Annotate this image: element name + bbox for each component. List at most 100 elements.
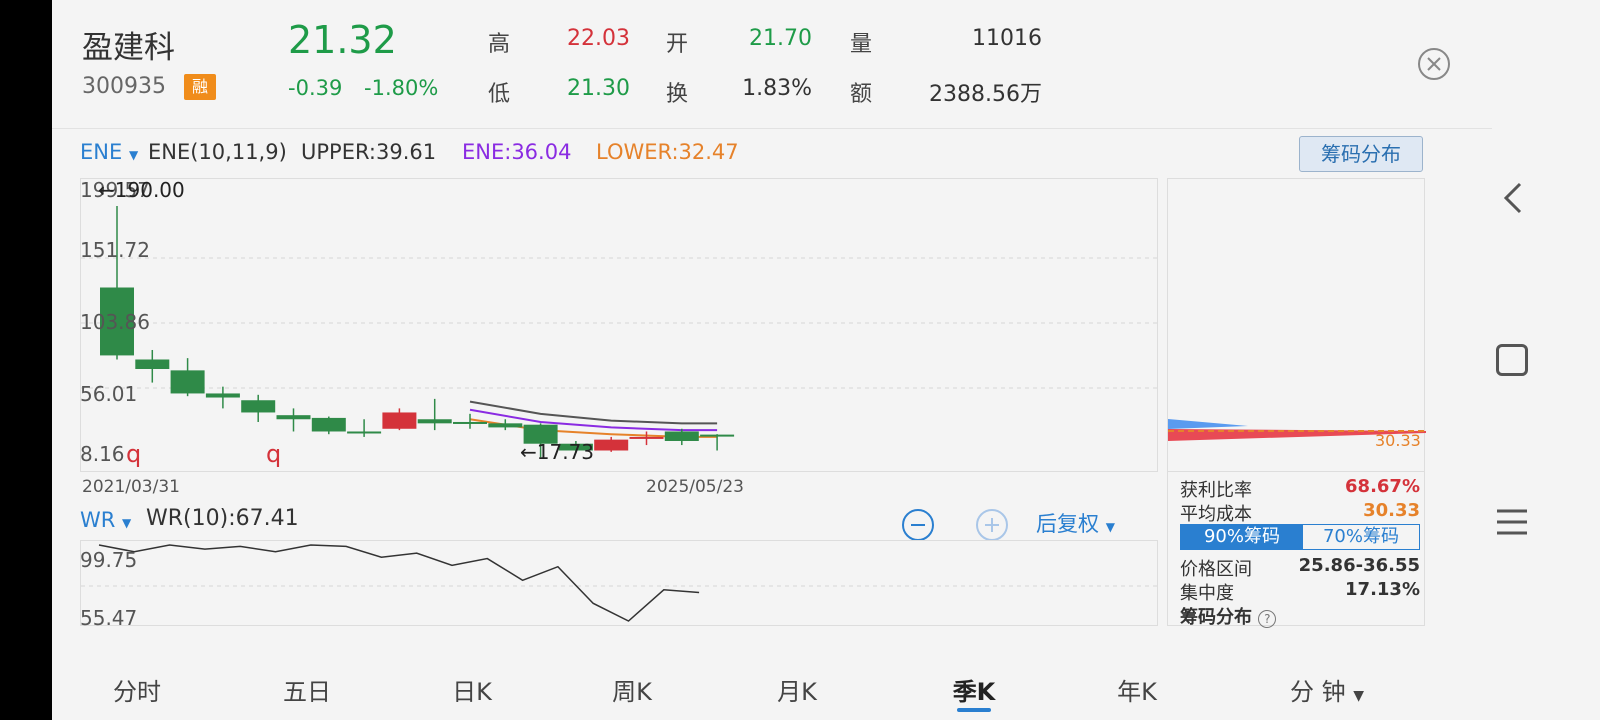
chip-distribution-button[interactable]: 筹码分布 (1299, 136, 1423, 172)
open-label: 开 (666, 32, 689, 57)
margin-badge: 融 (184, 74, 216, 100)
candle (170, 358, 205, 397)
y-label-bottom: 8.16 (80, 442, 125, 466)
tab-quarterly-k[interactable]: 季K (924, 672, 1024, 707)
tab-70-chips[interactable]: 70%筹码 (1303, 525, 1419, 549)
upper-line (469, 400, 718, 425)
back-nav-button[interactable] (1498, 178, 1528, 222)
candle (488, 419, 523, 431)
marker-q-1: q (126, 440, 142, 468)
wr-y-label-bottom: 55.47 (80, 606, 138, 630)
candle (664, 428, 699, 446)
start-date: 2021/03/31 (82, 477, 180, 497)
high-label: 高 (488, 32, 511, 57)
low-label: 低 (488, 82, 511, 107)
candle (100, 205, 134, 360)
tab-yearly-k[interactable]: 年K (1087, 672, 1187, 707)
amount-label: 额 (850, 82, 873, 107)
concentration-label: 集中度 (1180, 583, 1234, 604)
profit-ratio-value: 68.67% (1345, 476, 1420, 497)
end-date: 2025/05/23 (646, 477, 744, 497)
tab-weekly-k[interactable]: 周K (582, 672, 682, 707)
candle (311, 416, 346, 435)
y-label-3: 103.86 (80, 310, 150, 334)
price-change-pct: -1.80% (364, 76, 439, 100)
close-icon (1427, 57, 1441, 71)
indicator-selector[interactable]: ENE ▼ (80, 140, 138, 164)
tab-90-chips[interactable]: 90%筹码 (1181, 525, 1303, 549)
indicator-lower: LOWER:32.47 (596, 140, 739, 164)
candle (629, 431, 664, 446)
menu-lines-icon (1497, 509, 1527, 535)
tab-minute-label: 分 钟 (1289, 678, 1346, 706)
low-value: 21.30 (567, 76, 630, 101)
turnover-value: 1.83% (742, 76, 812, 101)
wr-selector[interactable]: WR ▼ (80, 508, 131, 532)
kline-svg (81, 205, 1159, 458)
last-price: 21.32 (288, 18, 397, 62)
stock-name: 盈建科 (82, 30, 175, 66)
chip-range-tabs: 90%筹码 70%筹码 (1180, 524, 1420, 550)
zoom-in-button[interactable] (976, 509, 1008, 541)
wr-value: WR(10):67.41 (146, 506, 299, 531)
wr-chart[interactable] (80, 540, 1159, 626)
candle (417, 398, 452, 431)
close-button[interactable] (1418, 48, 1450, 80)
turnover-label: 换 (666, 82, 689, 107)
minus-icon (911, 524, 925, 526)
avg-cost-label: 平均成本 (1180, 504, 1252, 525)
candle (205, 386, 240, 409)
wr-y-label-top: 99.75 (80, 548, 138, 572)
tab-daily-k[interactable]: 日K (422, 672, 522, 707)
y-label-2: 151.72 (80, 238, 150, 262)
high-value: 22.03 (567, 26, 630, 51)
help-icon: ? (1258, 610, 1277, 628)
chip-distribution-chart (1167, 178, 1426, 472)
wr-line (98, 544, 700, 622)
concentration-value: 17.13% (1345, 579, 1420, 600)
open-value: 21.70 (749, 26, 812, 51)
wr-svg (81, 544, 1159, 622)
wr-selector-label: WR (80, 508, 116, 532)
tab-monthly-k[interactable]: 月K (747, 672, 847, 707)
y-label-4: 56.01 (80, 382, 138, 406)
chip-distribution-svg (1168, 419, 1426, 441)
kline-chart[interactable] (80, 178, 1159, 472)
tab-five-day[interactable]: 五日 (257, 672, 357, 707)
volume-label: 量 (850, 32, 873, 57)
caret-down-icon: ▼ (1353, 688, 1365, 704)
price-range-value: 25.86-36.55 (1298, 555, 1420, 576)
home-nav-button[interactable] (1496, 344, 1528, 376)
header-divider (52, 128, 1492, 129)
min-price-label: ←17.73 (520, 440, 595, 464)
price-change: -0.39 (288, 76, 343, 100)
candle (347, 419, 382, 437)
adjust-selector[interactable]: 后复权 ▼ (1036, 508, 1115, 538)
tab-intraday[interactable]: 分时 (87, 672, 187, 707)
indicator-upper: UPPER:39.61 (301, 140, 437, 164)
chip-price-label: 30.33 (1375, 431, 1421, 450)
chip-footer[interactable]: 筹码分布 ? (1180, 603, 1277, 629)
price-range-label: 价格区间 (1180, 559, 1252, 580)
caret-down-icon: ▼ (122, 516, 132, 530)
back-chevron-icon (1503, 182, 1522, 214)
candle (594, 436, 629, 452)
chip-profit-area-blue (1168, 419, 1248, 429)
caret-down-icon: ▼ (128, 148, 139, 162)
candle (241, 394, 276, 422)
indicator-ene: ENE:36.04 (462, 140, 572, 164)
candle (135, 349, 170, 383)
active-tab-indicator (957, 708, 991, 712)
marker-q-2: q (266, 440, 282, 468)
candle (382, 408, 417, 431)
chip-footer-label: 筹码分布 (1180, 607, 1252, 628)
recents-nav-button[interactable] (1495, 505, 1529, 543)
indicator-selector-label: ENE (80, 140, 123, 164)
candle (276, 408, 311, 432)
stock-detail-screen: 盈建科 300935 融 21.32 -0.39 -1.80% 高 22.03 … (52, 0, 1600, 720)
max-price-label: ←190.00 (98, 178, 185, 202)
indicator-params: ENE(10,11,9) (148, 140, 287, 164)
tab-minute[interactable]: 分 钟 ▼ (1267, 672, 1387, 707)
zoom-out-button[interactable] (902, 509, 934, 541)
caret-down-icon: ▼ (1105, 520, 1115, 534)
